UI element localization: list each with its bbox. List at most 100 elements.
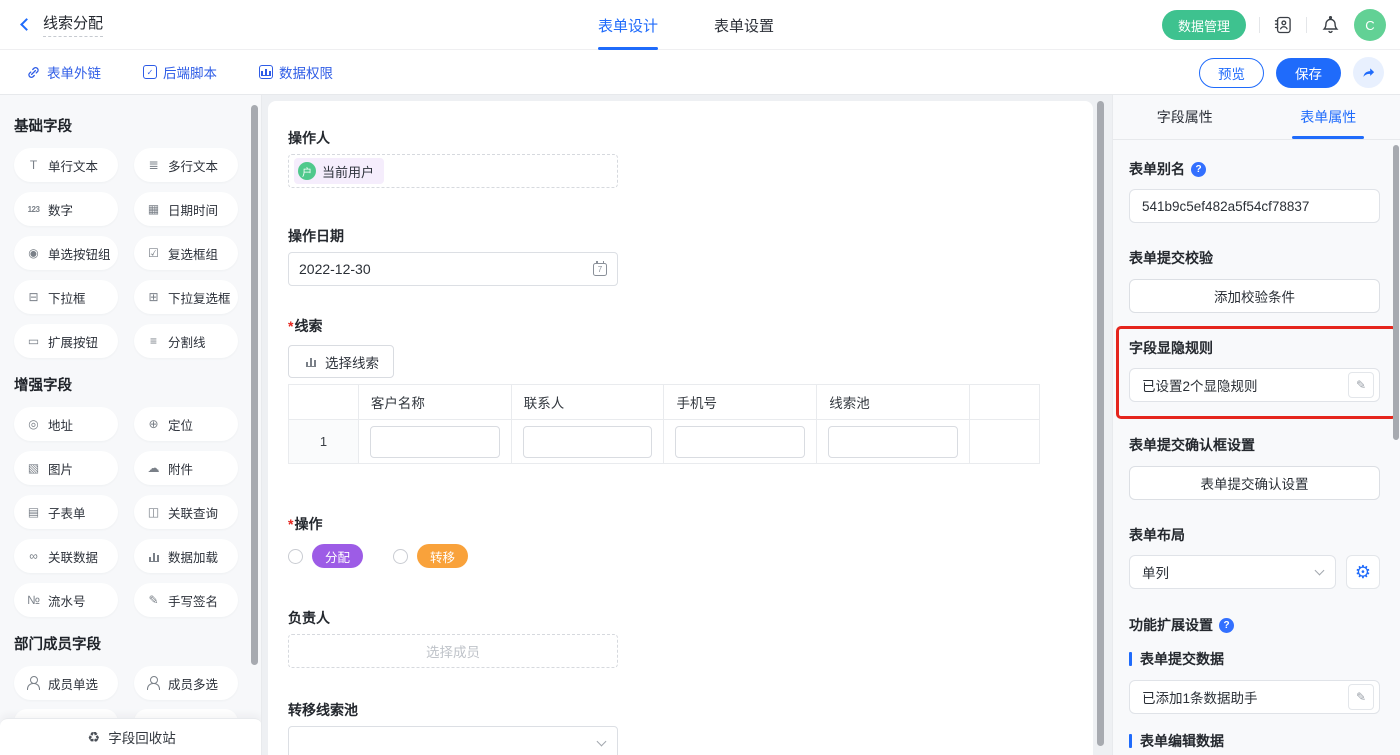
owner-label: 负责人 — [288, 608, 1093, 628]
palette-item-radio-group[interactable]: ◉单选按钮组 — [14, 236, 118, 270]
subform-icon: ▤ — [26, 505, 41, 519]
palette-item-checkbox-group[interactable]: ☑复选框组 — [134, 236, 238, 270]
section-bar — [1129, 734, 1132, 748]
radio-icon[interactable] — [288, 549, 303, 564]
palette-item-location[interactable]: ⊕定位 — [134, 407, 238, 441]
checkbox-icon: ☑ — [146, 246, 161, 260]
field-palette: 基础字段 T单行文本 ≣多行文本 123数字 ▦日期时间 ◉单选按钮组 ☑复选框… — [0, 95, 262, 755]
palette-item-divider[interactable]: ≡分割线 — [134, 324, 238, 358]
section-title-basic: 基础字段 — [14, 115, 261, 136]
chevron-down-icon — [597, 736, 607, 746]
palette-item-select[interactable]: ⊟下拉框 — [14, 280, 118, 314]
form-title[interactable]: 线索分配 — [43, 12, 103, 37]
palette-item-single-line-text[interactable]: T单行文本 — [14, 148, 118, 182]
toolbar-links: 表单外链 ✓ 后端脚本 数据权限 — [0, 62, 333, 82]
palette-item-attachment[interactable]: ☁附件 — [134, 451, 238, 485]
canvas-scrollbar[interactable] — [1097, 101, 1104, 746]
share-button[interactable] — [1353, 57, 1384, 88]
date-calendar-icon: 7 — [593, 263, 607, 276]
palette-item-number[interactable]: 123数字 — [14, 192, 118, 226]
option-transfer[interactable]: 转移 — [393, 544, 468, 568]
data-permission-item[interactable]: 数据权限 — [259, 62, 333, 82]
palette-item-linked-data[interactable]: ∞关联数据 — [14, 539, 118, 573]
data-load-chart-icon — [146, 551, 161, 562]
lead-subtable: 客户名称 联系人 手机号 线索池 1 — [288, 384, 1040, 464]
submit-confirm-button[interactable]: 表单提交确认设置 — [1129, 466, 1380, 500]
layout-select[interactable]: 单列 — [1129, 555, 1336, 589]
back-icon[interactable] — [20, 18, 33, 31]
help-icon[interactable]: ? — [1219, 618, 1234, 633]
index-column-header — [289, 385, 359, 420]
owner-field[interactable]: 选择成员 — [288, 634, 618, 668]
lead-pool-input[interactable] — [828, 426, 958, 458]
palette-item-image[interactable]: ▧图片 — [14, 451, 118, 485]
radio-icon[interactable] — [393, 549, 408, 564]
palette-item-member-multi[interactable]: 成员多选 — [134, 666, 238, 700]
form-toolbar: 表单外链 ✓ 后端脚本 数据权限 预览 保存 — [0, 50, 1400, 95]
pool-label: 转移线索池 — [288, 700, 1093, 720]
contacts-book-icon[interactable] — [1273, 15, 1293, 35]
palette-item-data-load[interactable]: 数据加载 — [134, 539, 238, 573]
user-avatar[interactable]: C — [1354, 9, 1386, 41]
required-mark: * — [288, 318, 293, 334]
palette-item-signature[interactable]: ✎手写签名 — [134, 583, 238, 617]
layout-settings-button[interactable]: ⚙ — [1346, 555, 1380, 589]
backend-script-item[interactable]: ✓ 后端脚本 — [143, 62, 217, 82]
palette-item-multi-select[interactable]: ⊞下拉复选框 — [134, 280, 238, 314]
submit-data-label: 表单提交数据 — [1129, 649, 1380, 669]
location-icon: ⊕ — [146, 417, 161, 431]
help-icon[interactable]: ? — [1191, 162, 1206, 177]
palette-item-extend-button[interactable]: ▭扩展按钮 — [14, 324, 118, 358]
column-header-extra — [970, 385, 1040, 420]
option-assign[interactable]: 分配 — [288, 544, 363, 568]
tab-field-properties[interactable]: 字段属性 — [1113, 95, 1257, 139]
external-link-item[interactable]: 表单外链 — [26, 62, 101, 82]
palette-item-lookup-query[interactable]: ◫关联查询 — [134, 495, 238, 529]
action-options: 分配 转移 — [288, 544, 1093, 568]
customer-name-input[interactable] — [370, 426, 500, 458]
visibility-rules-label: 字段显隐规则 — [1129, 338, 1380, 358]
tab-form-design[interactable]: 表单设计 — [598, 0, 658, 50]
tab-form-properties[interactable]: 表单属性 — [1257, 95, 1400, 139]
tab-form-settings[interactable]: 表单设置 — [714, 0, 774, 50]
notification-bell-icon[interactable] — [1320, 15, 1341, 36]
visibility-rules-field[interactable]: 已设置2个显隐规则 ✎ — [1129, 368, 1380, 402]
button-icon: ▭ — [26, 334, 41, 348]
palette-item-address[interactable]: ◎地址 — [14, 407, 118, 441]
row-index-cell: 1 — [289, 420, 359, 464]
operator-field[interactable]: 户 当前用户 — [288, 154, 618, 188]
member-single-icon — [26, 676, 41, 690]
sidebar-scrollbar[interactable] — [251, 105, 258, 665]
palette-item-subform[interactable]: ▤子表单 — [14, 495, 118, 529]
palette-item-serial-number[interactable]: №流水号 — [14, 583, 118, 617]
alias-input[interactable] — [1129, 189, 1380, 223]
preview-button[interactable]: 预览 — [1199, 58, 1264, 88]
submit-data-field[interactable]: 已添加1条数据助手 ✎ — [1129, 680, 1380, 714]
contact-input[interactable] — [523, 426, 653, 458]
textarea-icon: ≣ — [146, 158, 161, 172]
data-manage-button[interactable]: 数据管理 — [1162, 10, 1246, 40]
serial-number-icon: № — [26, 593, 41, 607]
form-canvas: 操作人 户 当前用户 操作日期 2022-12-30 7 *线索 选择线索 — [262, 95, 1112, 755]
edit-icon[interactable]: ✎ — [1348, 372, 1374, 398]
panel-scrollbar[interactable] — [1393, 145, 1399, 440]
save-button[interactable]: 保存 — [1276, 58, 1341, 88]
palette-item-member-single[interactable]: 成员单选 — [14, 666, 118, 700]
field-recycle-bin[interactable]: ♻ 字段回收站 — [0, 718, 262, 755]
confirm-label: 表单提交确认框设置 — [1129, 435, 1380, 455]
gear-icon: ⚙ — [1355, 562, 1371, 583]
validate-label: 表单提交校验 — [1129, 248, 1380, 268]
palette-item-datetime[interactable]: ▦日期时间 — [134, 192, 238, 226]
section-bar — [1129, 652, 1132, 666]
user-tag-icon: 户 — [298, 162, 316, 180]
pool-select[interactable] — [288, 726, 618, 755]
script-icon: ✓ — [143, 65, 157, 79]
palette-item-multi-line-text[interactable]: ≣多行文本 — [134, 148, 238, 182]
member-field-grid: 成员单选 成员多选 — [14, 666, 261, 700]
add-validation-button[interactable]: 添加校验条件 — [1129, 279, 1380, 313]
divider-icon: ≡ — [146, 334, 161, 348]
date-field[interactable]: 2022-12-30 7 — [288, 252, 618, 286]
select-lead-button[interactable]: 选择线索 — [288, 345, 394, 378]
phone-input[interactable] — [675, 426, 805, 458]
edit-icon[interactable]: ✎ — [1348, 684, 1374, 710]
